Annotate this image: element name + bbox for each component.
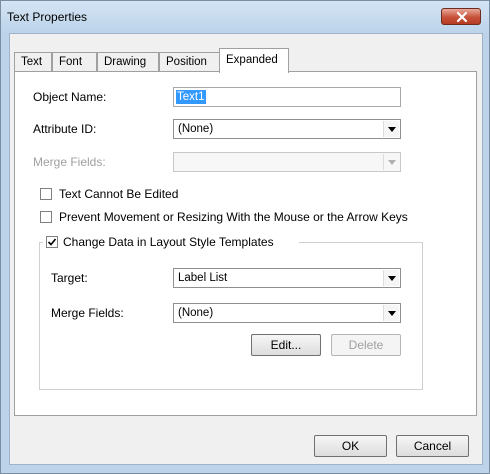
group-merge-fields-label: Merge Fields: [51,306,124,320]
group-merge-fields-value: (None) [178,307,214,319]
change-data-checkbox[interactable] [46,236,58,248]
text-cannot-be-edited-checkbox[interactable] [40,188,52,200]
object-name-label: Object Name: [33,90,107,104]
object-name-value: Text1 [176,90,206,104]
tab-text[interactable]: Text [14,52,52,72]
merge-fields-select[interactable] [173,152,401,172]
dialog-body: Text Font Drawing Position Expanded Obje… [9,33,483,465]
attribute-id-select[interactable]: (None) [173,119,401,139]
tab-drawing[interactable]: Drawing [97,52,159,72]
prevent-movement-checkbox[interactable] [40,211,52,223]
chevron-down-icon[interactable] [383,305,399,321]
chevron-down-icon[interactable] [383,270,399,286]
cancel-button[interactable]: Cancel [396,435,469,457]
target-value: Label List [178,272,228,284]
chevron-down-icon[interactable] [383,154,399,170]
dialog-title: Text Properties [7,10,88,24]
close-icon [456,11,468,23]
text-cannot-be-edited-label: Text Cannot Be Edited [59,187,179,201]
title-bar[interactable]: Text Properties [1,1,489,33]
attribute-id-label: Attribute ID: [33,122,97,136]
text-properties-dialog: Text Properties Text Font Drawing Positi… [0,0,490,474]
target-select[interactable]: Label List [173,268,401,288]
ok-button[interactable]: OK [314,435,387,457]
close-button[interactable] [441,8,481,25]
expanded-panel: Object Name: Text1 Attribute ID: (None) … [14,71,477,416]
tab-font[interactable]: Font [52,52,97,72]
prevent-movement-label: Prevent Movement or Resizing With the Mo… [59,210,408,224]
target-label: Target: [51,271,88,285]
tab-expanded[interactable]: Expanded [219,48,289,73]
group-merge-fields-select[interactable]: (None) [173,303,401,323]
chevron-down-icon[interactable] [383,121,399,137]
object-name-field[interactable]: Text1 [173,87,401,107]
tab-position[interactable]: Position [159,52,220,72]
delete-button[interactable]: Delete [331,334,401,356]
checkmark-icon [47,238,57,246]
merge-fields-label: Merge Fields: [33,155,106,169]
edit-button[interactable]: Edit... [251,334,321,356]
change-data-label: Change Data in Layout Style Templates [63,235,274,249]
attribute-id-value: (None) [178,123,214,135]
